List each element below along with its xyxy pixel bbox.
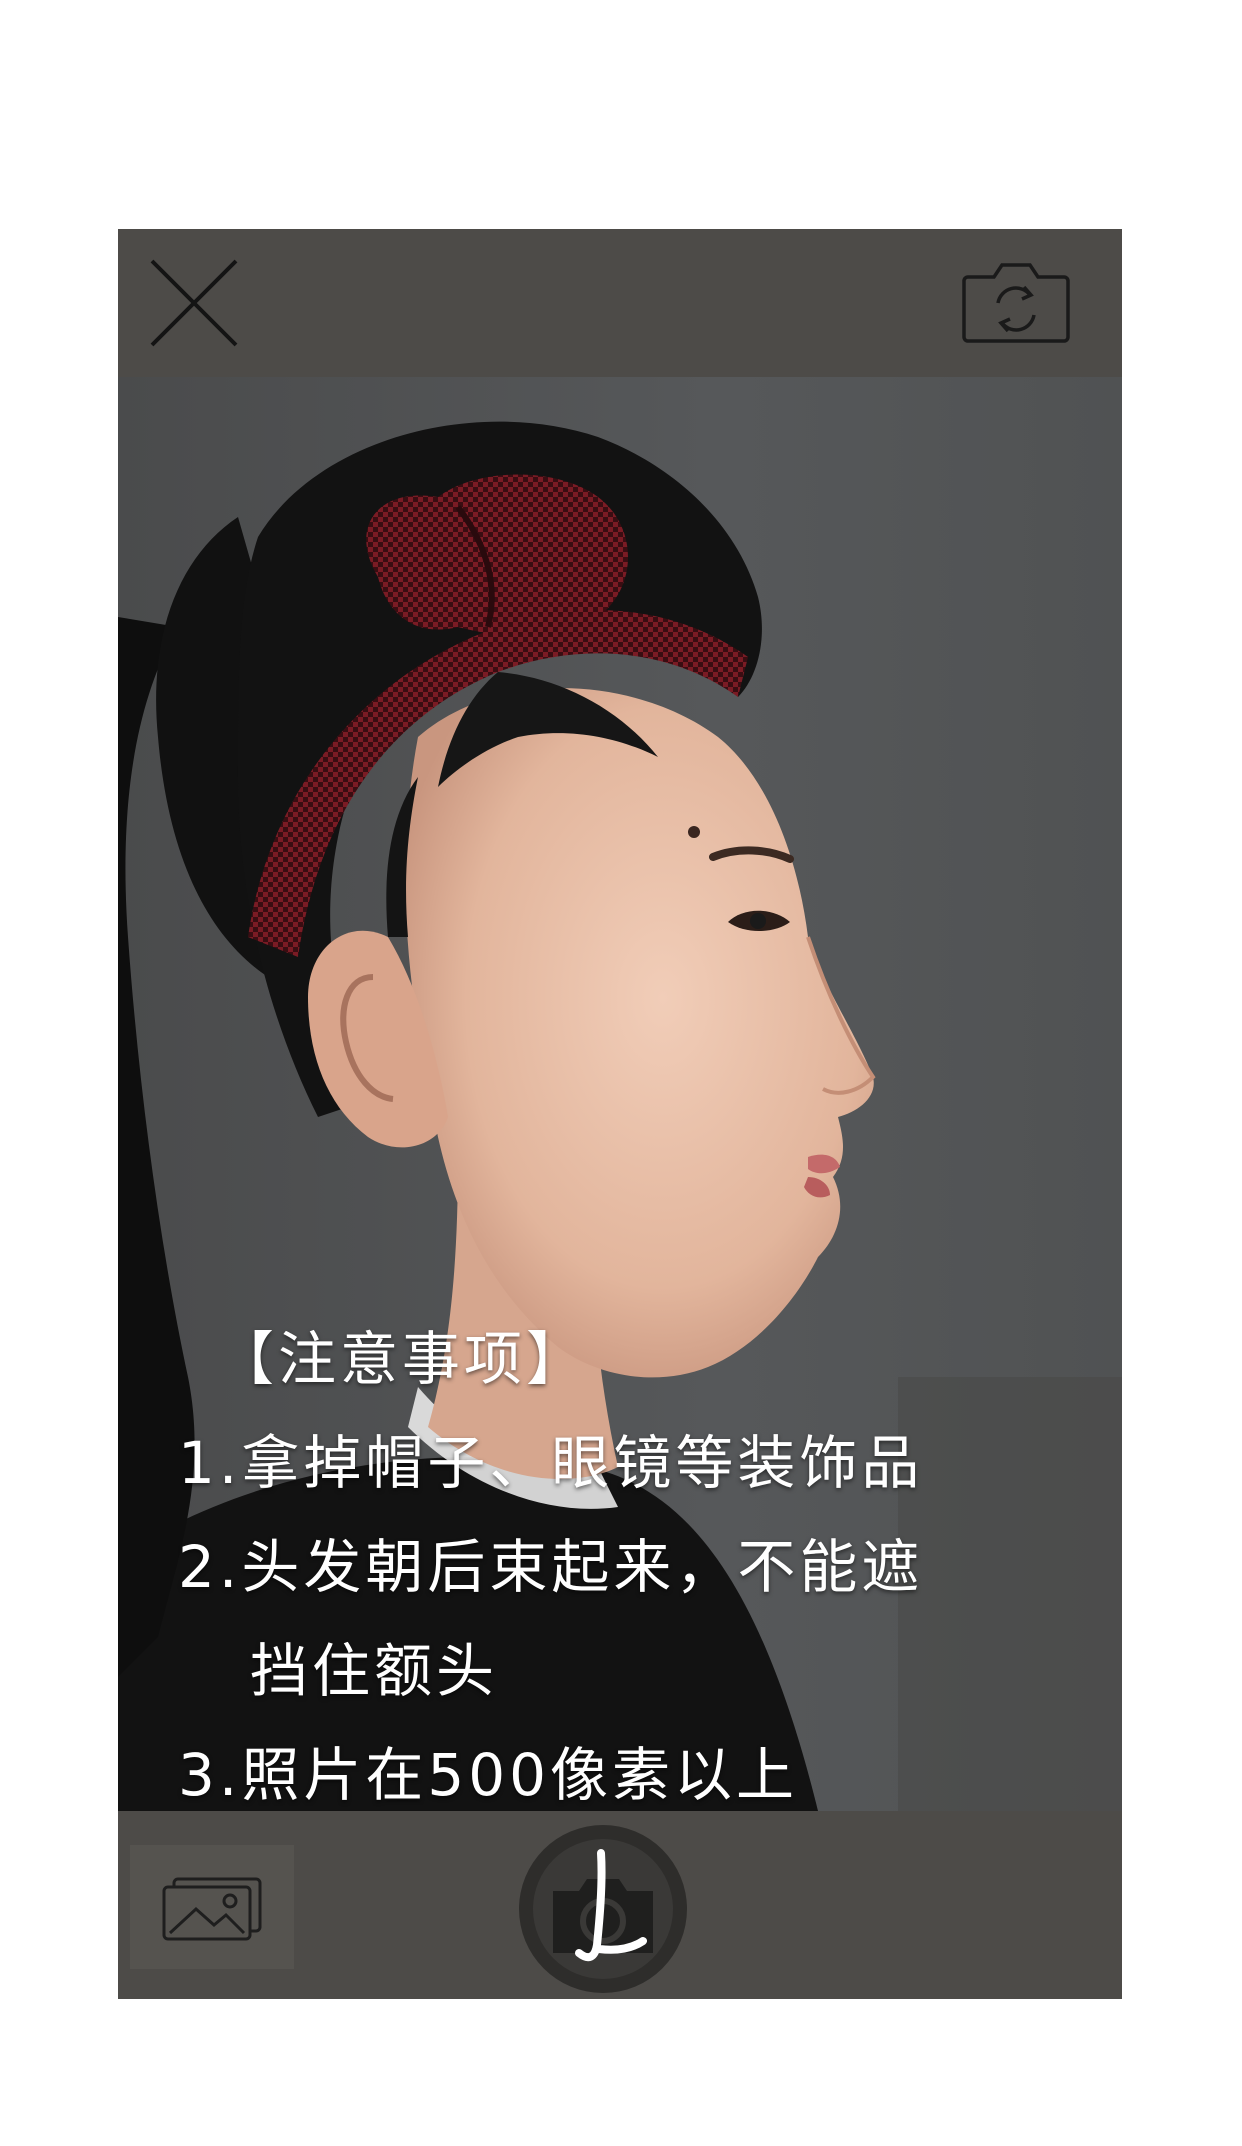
gallery-button[interactable]: [130, 1845, 294, 1969]
instruction-item-continued: 挡住额头: [250, 1637, 499, 1705]
close-button[interactable]: [148, 257, 240, 349]
bottom-toolbar: [118, 1811, 1122, 1999]
top-toolbar: [118, 229, 1122, 377]
camera-switch-icon: [962, 263, 1070, 343]
gallery-icon: [162, 1877, 262, 1941]
instruction-item: 3.照片在500像素以上: [178, 1741, 799, 1809]
instruction-item: 2.头发朝后束起来，不能遮: [178, 1533, 924, 1601]
camera-screen: 【注意事项】 1.拿掉帽子、眼镜等装饰品 2.头发朝后束起来，不能遮 挡住额头 …: [118, 229, 1122, 1999]
switch-camera-button[interactable]: [960, 257, 1072, 347]
close-icon: [150, 259, 238, 347]
shutter-button[interactable]: [519, 1825, 687, 1993]
photo-instructions: 【注意事项】 1.拿掉帽子、眼镜等装饰品 2.头发朝后束起来，不能遮 挡住额头 …: [178, 1307, 1078, 1811]
instruction-item: 1.拿掉帽子、眼镜等装饰品: [178, 1429, 924, 1497]
instructions-title: 【注意事项】: [216, 1325, 589, 1393]
shutter-camera-icon: [553, 1849, 653, 1962]
camera-viewfinder: 【注意事项】 1.拿掉帽子、眼镜等装饰品 2.头发朝后束起来，不能遮 挡住额头 …: [118, 377, 1122, 1811]
